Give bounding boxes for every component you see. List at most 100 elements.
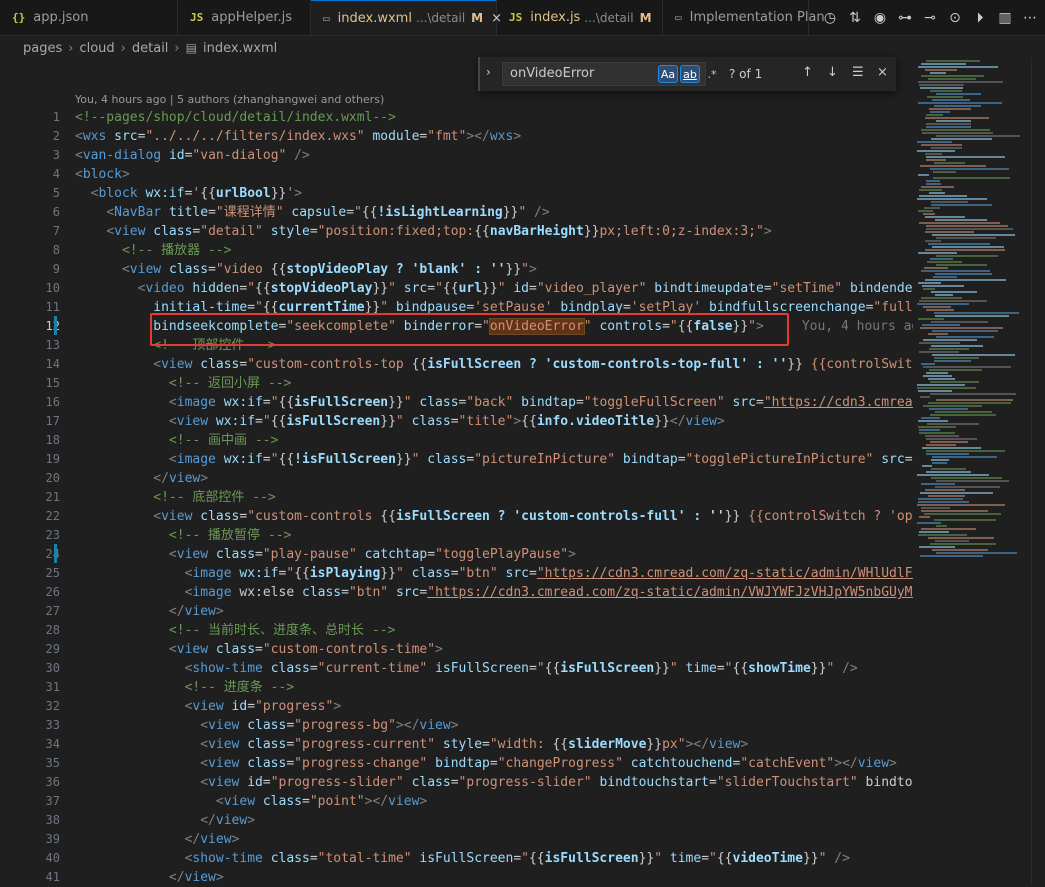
minimap-line xyxy=(925,117,989,119)
code-line[interactable]: <block wx:if='{{urlBool}}'> xyxy=(75,184,913,203)
close-icon[interactable]: × xyxy=(877,65,888,80)
line-number: 27 xyxy=(45,604,60,618)
code-line[interactable]: bindseekcomplete="seekcomplete" binderro… xyxy=(75,317,913,336)
code-line[interactable]: initial-time="{{currentTime}}" bindpause… xyxy=(75,298,913,317)
find-in-selection-icon[interactable]: ☰ xyxy=(852,65,864,80)
minimap-line xyxy=(936,480,1009,482)
next-change-icon[interactable]: ⊶ xyxy=(896,9,914,27)
code-line[interactable]: </view> xyxy=(75,469,913,488)
minimap-line xyxy=(921,270,990,272)
minimap-line xyxy=(921,186,954,188)
code-line[interactable]: <!--pages/shop/cloud/detail/index.wxml--… xyxy=(75,108,913,127)
match-whole-word-button[interactable]: ab xyxy=(680,65,700,83)
code-line[interactable]: <image wx:if="{{!isFullScreen}}" class="… xyxy=(75,450,913,469)
code-line[interactable]: <view class="play-pause" catchtap="toggl… xyxy=(75,545,913,564)
minimap-line xyxy=(920,555,983,557)
minimap-line xyxy=(936,336,994,338)
code-line[interactable]: <view class="progress-current" style="wi… xyxy=(75,735,913,754)
code-line[interactable]: <view class="custom-controls-top {{isFul… xyxy=(75,355,913,374)
code-line[interactable]: <!-- 播放暂停 --> xyxy=(75,526,913,545)
code-line[interactable]: <view wx:if="{{isFullScreen}}" class="ti… xyxy=(75,412,913,431)
code-line[interactable]: <!-- 顶部控件 --> xyxy=(75,336,913,355)
match-case-button[interactable]: Aa xyxy=(658,65,678,83)
timeline-icon[interactable]: ◷ xyxy=(821,9,839,27)
breadcrumb-item[interactable]: detail xyxy=(132,41,169,56)
code-line[interactable]: <!-- 画中画 --> xyxy=(75,431,913,450)
toggle-replace-icon[interactable]: › xyxy=(486,65,491,79)
line-number: 6 xyxy=(52,205,60,219)
previous-change-icon[interactable]: ◉ xyxy=(871,9,889,27)
line-number: 21 xyxy=(45,490,60,504)
code-line[interactable]: <!-- 进度条 --> xyxy=(75,678,913,697)
vertical-scrollbar[interactable] xyxy=(1031,58,1045,884)
code-line[interactable]: </view> xyxy=(75,602,913,621)
code-editor[interactable]: <!--pages/shop/cloud/detail/index.wxml--… xyxy=(75,108,913,887)
code-line[interactable]: <view class="custom-controls-time"> xyxy=(75,640,913,659)
line-number: 7 xyxy=(52,224,60,238)
breadcrumb-item[interactable]: index.wxml xyxy=(203,41,277,56)
code-line[interactable]: <view id="progress-slider" class="progre… xyxy=(75,773,913,792)
minimap-line xyxy=(926,183,941,185)
code-line[interactable]: <show-time class="current-time" isFullSc… xyxy=(75,659,913,678)
blame-codelens[interactable]: You, 4 hours ago | 5 authors (zhanghangw… xyxy=(75,93,384,106)
minimap-line xyxy=(921,483,955,485)
minimap-line xyxy=(934,519,996,521)
code-line[interactable]: </view> xyxy=(75,868,913,887)
code-line[interactable]: <view class="progress-bg"></view> xyxy=(75,716,913,735)
chevron-right-icon: › xyxy=(68,40,74,56)
minimap-line xyxy=(931,201,968,203)
tab-apphelper-js[interactable]: JS appHelper.js xyxy=(178,0,311,35)
code-line[interactable]: <show-time class="total-time" isFullScre… xyxy=(75,849,913,868)
code-line[interactable]: <!-- 返回小屏 --> xyxy=(75,374,913,393)
code-line[interactable]: <view class="video {{stopVideoPlay ? 'bl… xyxy=(75,260,913,279)
minimap-line xyxy=(936,525,947,527)
minimap[interactable] xyxy=(913,58,1031,884)
more-actions-icon[interactable]: ⋯ xyxy=(1021,9,1039,27)
git-commit-icon[interactable]: ⊸ xyxy=(921,9,939,27)
split-editor-icon[interactable]: ▥ xyxy=(996,9,1014,27)
code-line[interactable]: <view id="progress"> xyxy=(75,697,913,716)
code-line[interactable]: <wxs src="../../../filters/index.wxs" mo… xyxy=(75,127,913,146)
code-line[interactable]: <!-- 当前时长、进度条、总时长 --> xyxy=(75,621,913,640)
arrow-up-icon[interactable]: ↑ xyxy=(802,65,813,80)
minimap-line xyxy=(921,510,988,512)
code-line[interactable]: <view class="point"></view> xyxy=(75,792,913,811)
use-regex-button[interactable]: .* xyxy=(702,65,722,83)
minimap-line xyxy=(930,381,979,383)
code-line[interactable]: <NavBar title="课程详情" capsule="{{!isLight… xyxy=(75,203,913,222)
compare-changes-icon[interactable]: ⇅ xyxy=(846,9,864,27)
minimap-line xyxy=(926,438,977,440)
code-line[interactable]: <view class="detail" style="position:fix… xyxy=(75,222,913,241)
tab-app-json[interactable]: {} app.json xyxy=(0,0,178,35)
code-line[interactable]: <view class="progress-change" bindtap="c… xyxy=(75,754,913,773)
code-line[interactable]: <van-dialog id="van-dialog" /> xyxy=(75,146,913,165)
minimap-line xyxy=(918,498,963,500)
minimap-line xyxy=(925,435,959,437)
code-line[interactable]: <!-- 播放器 --> xyxy=(75,241,913,260)
code-line[interactable]: </view> xyxy=(75,811,913,830)
code-line[interactable]: <!-- 底部控件 --> xyxy=(75,488,913,507)
code-line[interactable]: </view> xyxy=(75,830,913,849)
tab-index-wxml[interactable]: ▭ index.wxml ...\detail M × xyxy=(311,0,502,35)
code-line[interactable]: <image wx:else class="btn" src="https://… xyxy=(75,583,913,602)
tab-label: appHelper.js xyxy=(211,10,293,25)
line-number: 18 xyxy=(45,433,60,447)
git-compare-icon[interactable]: ⊙ xyxy=(946,9,964,27)
code-line[interactable]: <image wx:if="{{isPlaying}}" class="btn"… xyxy=(75,564,913,583)
minimap-line xyxy=(921,363,935,365)
code-line[interactable]: <image wx:if="{{isFullScreen}}" class="b… xyxy=(75,393,913,412)
minimap-line xyxy=(918,390,952,392)
minimap-line xyxy=(918,81,1003,83)
run-icon[interactable]: ⏵ xyxy=(971,9,989,27)
minimap-line xyxy=(934,360,971,362)
minimap-line xyxy=(923,288,935,290)
tab-implementation-plan[interactable]: ▭ Implementation Plan xyxy=(663,0,825,35)
code-line[interactable]: <video hidden="{{stopVideoPlay}}" src="{… xyxy=(75,279,913,298)
breadcrumb-item[interactable]: pages xyxy=(23,41,62,56)
breadcrumb-item[interactable]: cloud xyxy=(79,41,114,56)
code-line[interactable]: <block> xyxy=(75,165,913,184)
tab-index-js[interactable]: JS index.js ...\detail M xyxy=(497,0,663,35)
arrow-down-icon[interactable]: ↓ xyxy=(827,65,838,80)
minimap-line xyxy=(917,303,969,305)
code-line[interactable]: <view class="custom-controls {{isFullScr… xyxy=(75,507,913,526)
